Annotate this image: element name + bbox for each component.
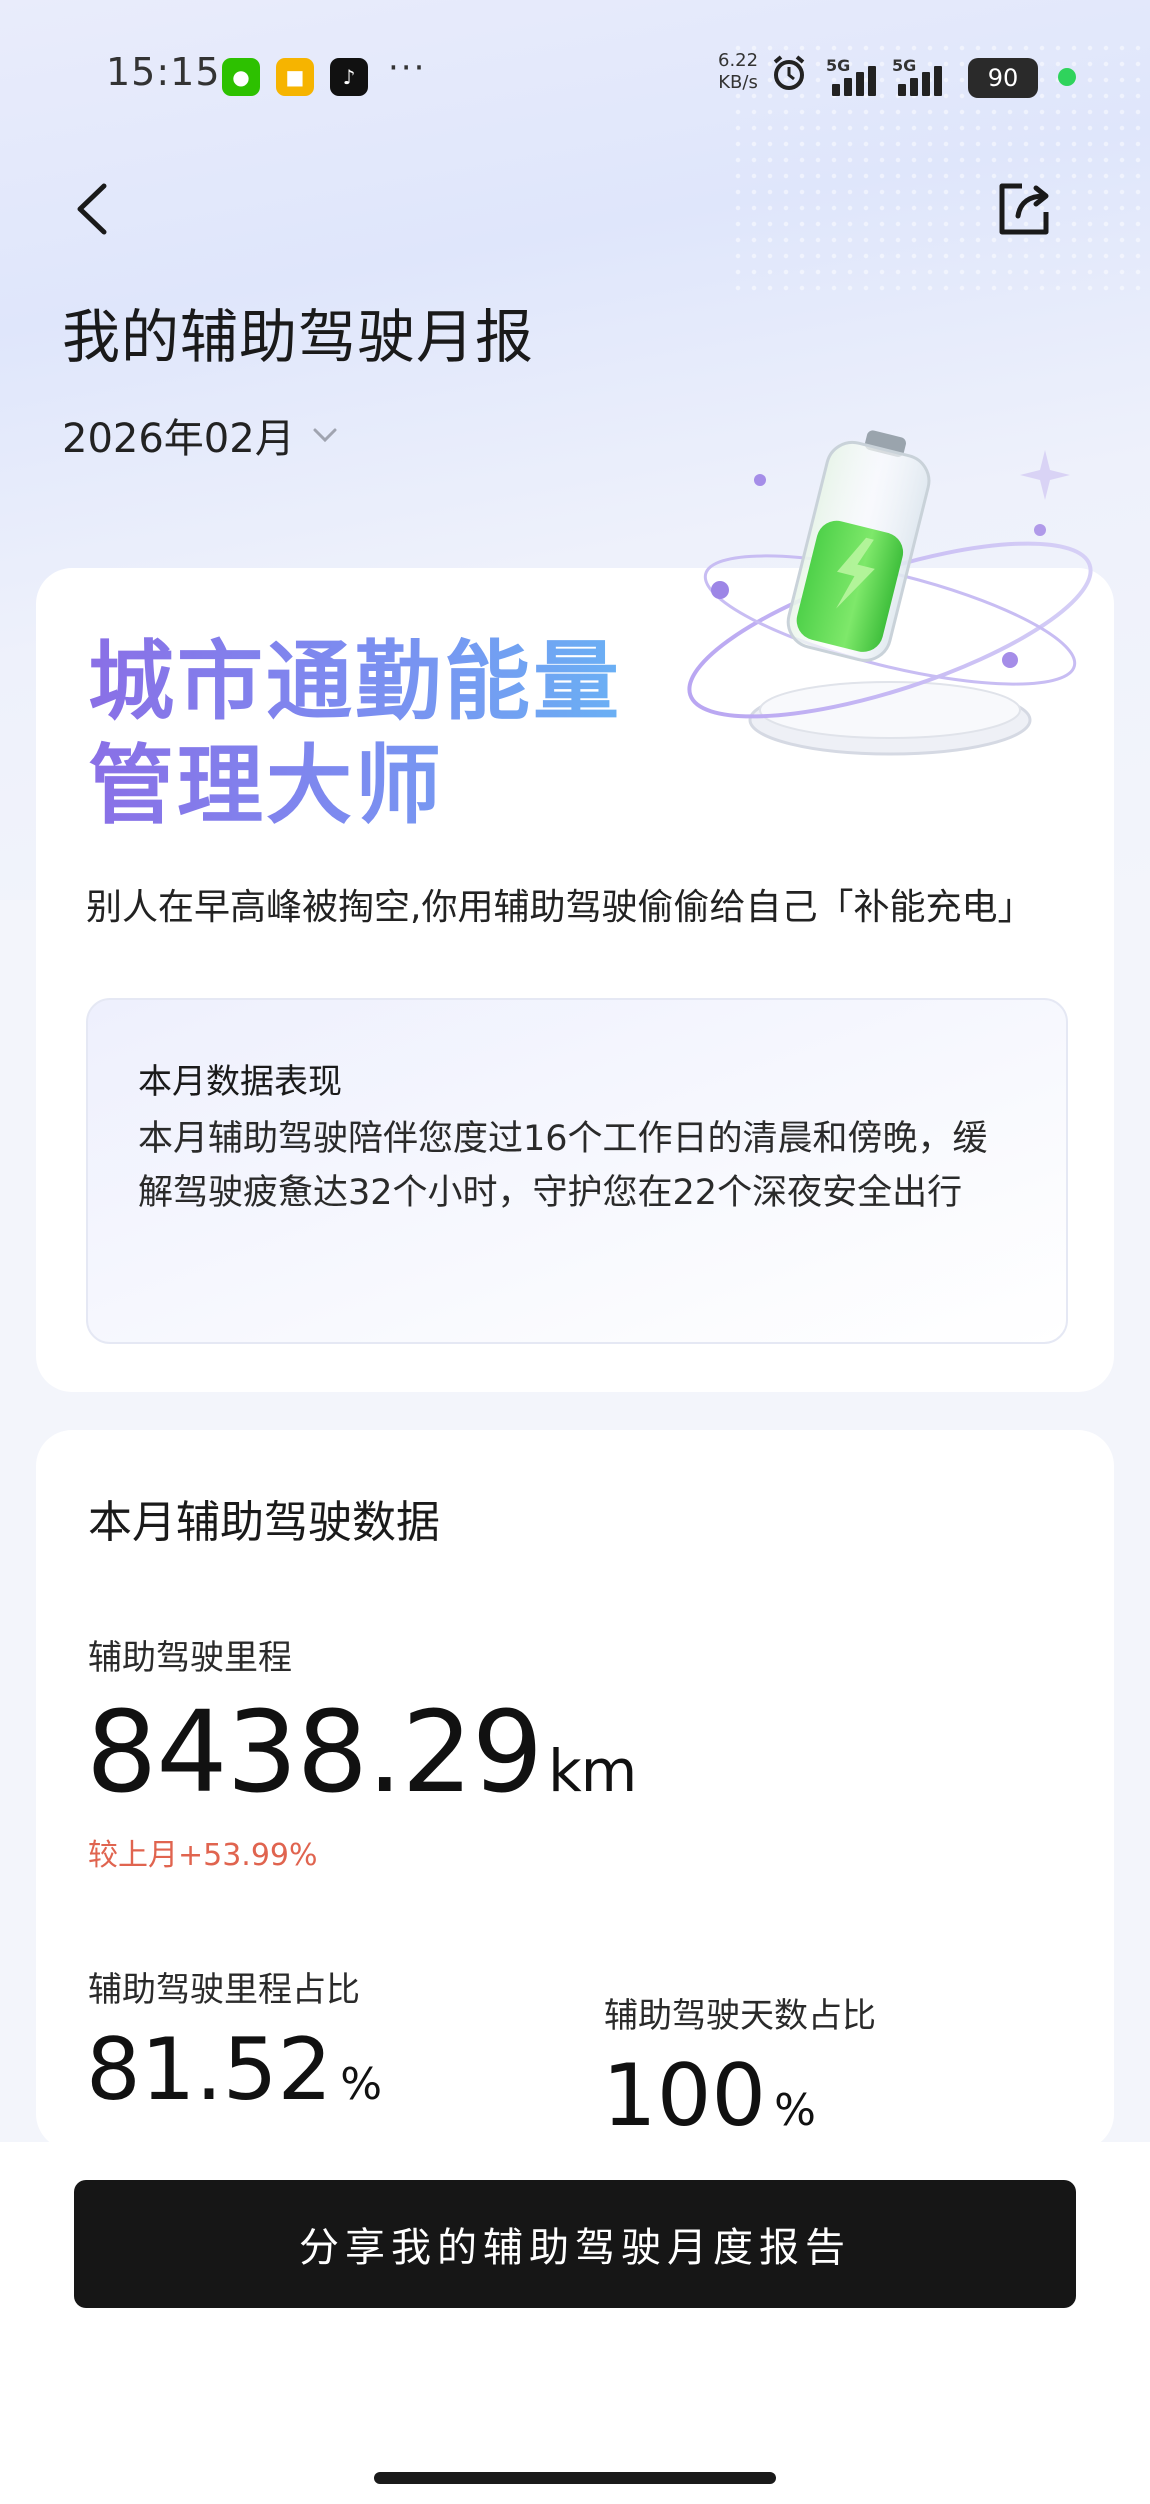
privacy-indicator-dot <box>1058 68 1076 86</box>
mileage-change: 较上月+53.99% <box>88 1838 318 1873</box>
status-bar: 15:15 ● ■ ♪ ··· 6.22 KB/s 5G 5G 90 <box>0 0 1150 150</box>
days-ratio-value: 100 % <box>602 2046 816 2146</box>
page-title: 我的辅助驾驶月报 <box>62 303 535 371</box>
mileage-ratio-number: 81.52 <box>86 2020 333 2120</box>
month-label: 2026年02月 <box>62 416 295 462</box>
battery-charging-illustration <box>687 430 1093 756</box>
mileage-unit: km <box>548 1737 637 1805</box>
signal-icon-sim2: 5G <box>892 56 946 96</box>
achievement-headline: 城市通勤能量 管理大师 <box>88 630 622 838</box>
month-selector[interactable]: 2026年02月 <box>62 406 341 464</box>
alarm-icon <box>773 55 805 90</box>
mileage-ratio-value: 81.52 % <box>86 2020 382 2120</box>
mileage-value: 8438.29 km <box>86 1688 637 1818</box>
tiktok-icon: ♪ <box>330 58 368 96</box>
network-speed: 6.22 KB/s <box>718 50 758 94</box>
signal-label-sim2: 5G <box>892 56 917 75</box>
message-app-icon: ■ <box>276 58 314 96</box>
signal-label-sim1: 5G <box>826 56 851 75</box>
days-ratio-label: 辅助驾驶天数占比 <box>604 1996 876 2036</box>
battery-icon: 90 <box>968 58 1038 98</box>
more-notifications-icon: ··· <box>388 48 427 88</box>
stats-section-title: 本月辅助驾驶数据 <box>88 1497 440 1548</box>
network-speed-value: 6.22 <box>718 50 759 71</box>
days-ratio-percent: % <box>774 2085 816 2136</box>
mileage-ratio-label: 辅助驾驶里程占比 <box>88 1970 360 2010</box>
chevron-down-icon <box>313 428 337 443</box>
mileage-number: 8438.29 <box>86 1688 543 1818</box>
home-indicator[interactable] <box>374 2472 776 2484</box>
achievement-tagline: 别人在早高峰被掏空,你用辅助驾驶偷偷给自己「补能充电」 <box>86 887 1034 928</box>
days-ratio-number: 100 <box>602 2046 767 2146</box>
mileage-label: 辅助驾驶里程 <box>88 1638 292 1678</box>
share-report-button[interactable]: 分享我的辅助驾驶月度报告 <box>74 2180 1076 2308</box>
status-time: 15:15 <box>106 50 221 94</box>
back-arrow-icon[interactable] <box>66 176 116 242</box>
headline-line-1: 城市通勤能量 <box>88 632 622 732</box>
network-speed-unit: KB/s <box>718 72 758 93</box>
performance-title: 本月数据表现 <box>138 1062 342 1102</box>
share-icon[interactable] <box>992 176 1056 242</box>
signal-icon-sim1: 5G <box>826 56 880 96</box>
headline-line-2: 管理大师 <box>88 736 444 836</box>
wechat-icon: ● <box>222 58 260 96</box>
monthly-performance-box: 本月数据表现 本月辅助驾驶陪伴您度过16个工作日的清晨和傍晚，缓解驾驶疲惫达32… <box>86 998 1068 1344</box>
mileage-ratio-percent: % <box>340 2059 383 2110</box>
performance-description: 本月辅助驾驶陪伴您度过16个工作日的清晨和傍晚，缓解驾驶疲惫达32个小时，守护您… <box>138 1119 988 1213</box>
monthly-stats-card: 本月辅助驾驶数据 辅助驾驶里程 8438.29 km 较上月+53.99% 辅助… <box>36 1430 1114 2150</box>
